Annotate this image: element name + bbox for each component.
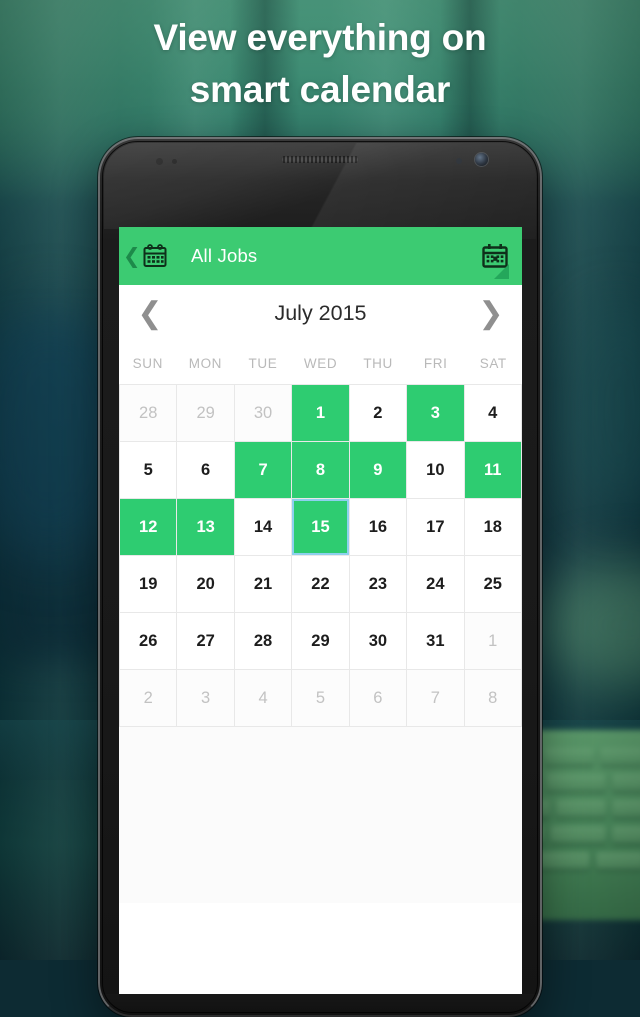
calendar-day-cell[interactable]: 11 [464,442,522,499]
calendar-day-cell[interactable]: 2 [349,385,408,442]
weekday-label-tue: TUE [248,355,278,371]
weekday-header-row: SUN MON TUE WED THU FRI SAT [119,342,522,384]
light-sensor-icon [172,159,177,164]
weekday-label-thu: THU [363,355,393,371]
app-bar-title: All Jobs [191,245,258,266]
calendar-day-cell[interactable]: 29 [177,385,235,442]
calendar-day-cell[interactable]: 30 [234,385,293,442]
calendar-day-cell[interactable]: 3 [407,385,465,442]
phone-bottom-bezel [98,994,542,1017]
weekday-label-sun: SUN [132,355,163,371]
page-title: View everything on smart calendar [0,12,640,116]
calendar-day-cell[interactable]: 24 [407,556,465,613]
calendar-day-cell[interactable]: 31 [407,613,465,670]
calendar-day-cell[interactable]: 22 [292,556,350,613]
back-chevron-icon[interactable]: ❮ [123,246,141,267]
calendar-day-cell[interactable]: 8 [464,670,522,727]
calendar-day-cell[interactable]: 19 [120,556,178,613]
calendar-day-cell[interactable]: 8 [292,442,350,499]
event-list[interactable] [119,727,522,903]
phone-screen: ❮ All Jobs ❮ July 2015 ❯ SUN MON TUE WED… [119,227,522,994]
calendar-day-cell[interactable]: 27 [177,613,235,670]
calendar-day-cell[interactable]: 26 [120,613,178,670]
weekday-label-mon: MON [188,355,223,371]
calendar-day-cell[interactable]: 17 [407,499,465,556]
front-sensor-icon [456,158,462,164]
calendar-day-cell[interactable]: 28 [234,613,293,670]
calendar-day-cell[interactable]: 4 [234,670,293,727]
headline-line-1: View everything on [153,17,487,58]
calendar-day-cell[interactable]: 23 [349,556,408,613]
month-navigation-bar: ❮ July 2015 ❯ [119,285,522,342]
triangle-resize-handle[interactable] [494,264,509,279]
calendar-day-cell[interactable]: 9 [349,442,408,499]
calendar-day-cell[interactable]: 16 [349,499,408,556]
calendar-week-row: 19 20 21 22 23 24 25 [120,556,522,613]
weekday-label-sat: SAT [479,355,507,371]
calendar-week-row: 28 29 30 1 2 3 4 [120,385,522,442]
phone-mockup: ❮ All Jobs ❮ July 2015 ❯ SUN MON TUE WED… [98,137,542,1017]
calendar-day-cell[interactable]: 28 [120,385,178,442]
calendar-day-cell[interactable]: 15 [292,499,350,556]
calendar-day-cell[interactable]: 14 [234,499,293,556]
calendar-week-row: 12 13 14 15 16 17 18 [120,499,522,556]
prev-month-button[interactable]: ❮ [119,298,181,329]
calendar-day-cell[interactable]: 3 [177,670,235,727]
calendar-day-cell[interactable]: 7 [407,670,465,727]
calendar-day-cell[interactable]: 12 [120,499,178,556]
calendar-day-cell[interactable]: 29 [292,613,350,670]
calendar-week-row: 5 6 7 8 9 10 11 [120,442,522,499]
earpiece-speaker-icon [281,156,359,163]
calendar-day-cell[interactable]: 4 [464,385,522,442]
calendar-day-cell[interactable]: 2 [120,670,178,727]
calendar-day-cell[interactable]: 5 [120,442,178,499]
calendar-icon[interactable] [138,243,172,269]
weekday-label-wed: WED [303,355,338,371]
calendar-day-cell[interactable]: 20 [177,556,235,613]
calendar-day-cell[interactable]: 5 [292,670,350,727]
weekday-label-fri: FRI [423,355,448,371]
app-bar: ❮ All Jobs [119,227,522,285]
front-camera-icon [475,153,488,166]
proximity-sensor-icon [156,158,163,165]
calendar-week-row: 2345678 [120,670,522,727]
calendar-day-cell[interactable]: 18 [464,499,522,556]
calendar-week-row: 26 27 28 29 30 31 1 [120,613,522,670]
calendar-day-cell[interactable]: 7 [234,442,293,499]
calendar-day-cell[interactable]: 25 [464,556,522,613]
calendar-day-cell[interactable]: 13 [177,499,235,556]
calendar-day-cell[interactable]: 1 [292,385,350,442]
calendar-day-cell[interactable]: 1 [464,613,522,670]
month-title: July 2015 [274,301,367,325]
next-month-button[interactable]: ❯ [460,298,522,329]
calendar-grid: 28 29 30 1 2 3 4 5 6 7 8 9 10 11 12 13 14 15 16 17 18 19 20 21 2… [119,384,522,727]
calendar-day-cell[interactable]: 6 [349,670,408,727]
calendar-day-cell[interactable]: 6 [177,442,235,499]
calendar-day-cell[interactable]: 30 [349,613,408,670]
headline-line-2: smart calendar [189,69,451,110]
calendar-day-cell[interactable]: 21 [234,556,293,613]
calendar-day-cell[interactable]: 10 [407,442,465,499]
